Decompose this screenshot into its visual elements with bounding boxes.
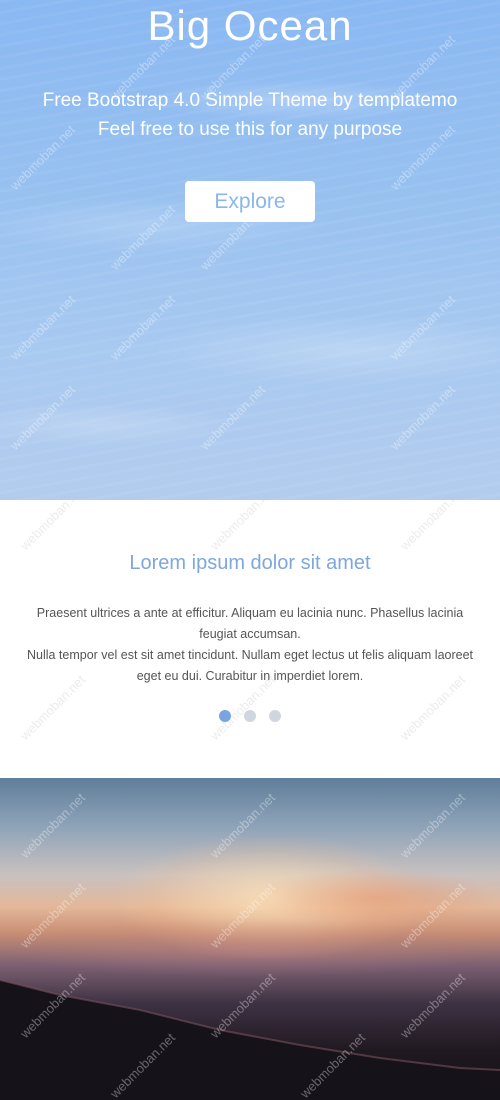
carousel-dot-1[interactable] [219,710,231,722]
sunset-image: webmoban.net webmoban.net webmoban.net w… [0,778,500,1100]
hero-title: Big Ocean [147,2,353,49]
paragraph: Nulla tempor vel est sit amet tincidunt.… [26,648,474,683]
explore-button[interactable]: Explore [185,181,315,222]
carousel-indicators [0,710,500,724]
section-title: Lorem ipsum dolor sit amet [129,552,371,574]
hero-subtitle-line1: Free Bootstrap 4.0 Simple Theme by templ… [42,90,458,111]
hero-section: webmoban.net webmoban.net webmoban.net w… [0,0,500,500]
ocean-background [0,0,500,500]
mountain-silhouette [0,979,500,1100]
intro-section: webmoban.net webmoban.net webmoban.net w… [0,500,500,778]
watermark: webmoban.net [17,790,89,861]
paragraph: Praesent ultrices a ante at efficitur. A… [36,606,464,641]
watermark: webmoban.net [397,500,469,553]
carousel-dot-2[interactable] [244,710,256,722]
watermark: webmoban.net [207,500,279,553]
hero-subtitle-line2: Feel free to use this for any purpose [97,119,403,140]
watermark: webmoban.net [17,500,89,553]
carousel-dot-3[interactable] [269,710,281,722]
